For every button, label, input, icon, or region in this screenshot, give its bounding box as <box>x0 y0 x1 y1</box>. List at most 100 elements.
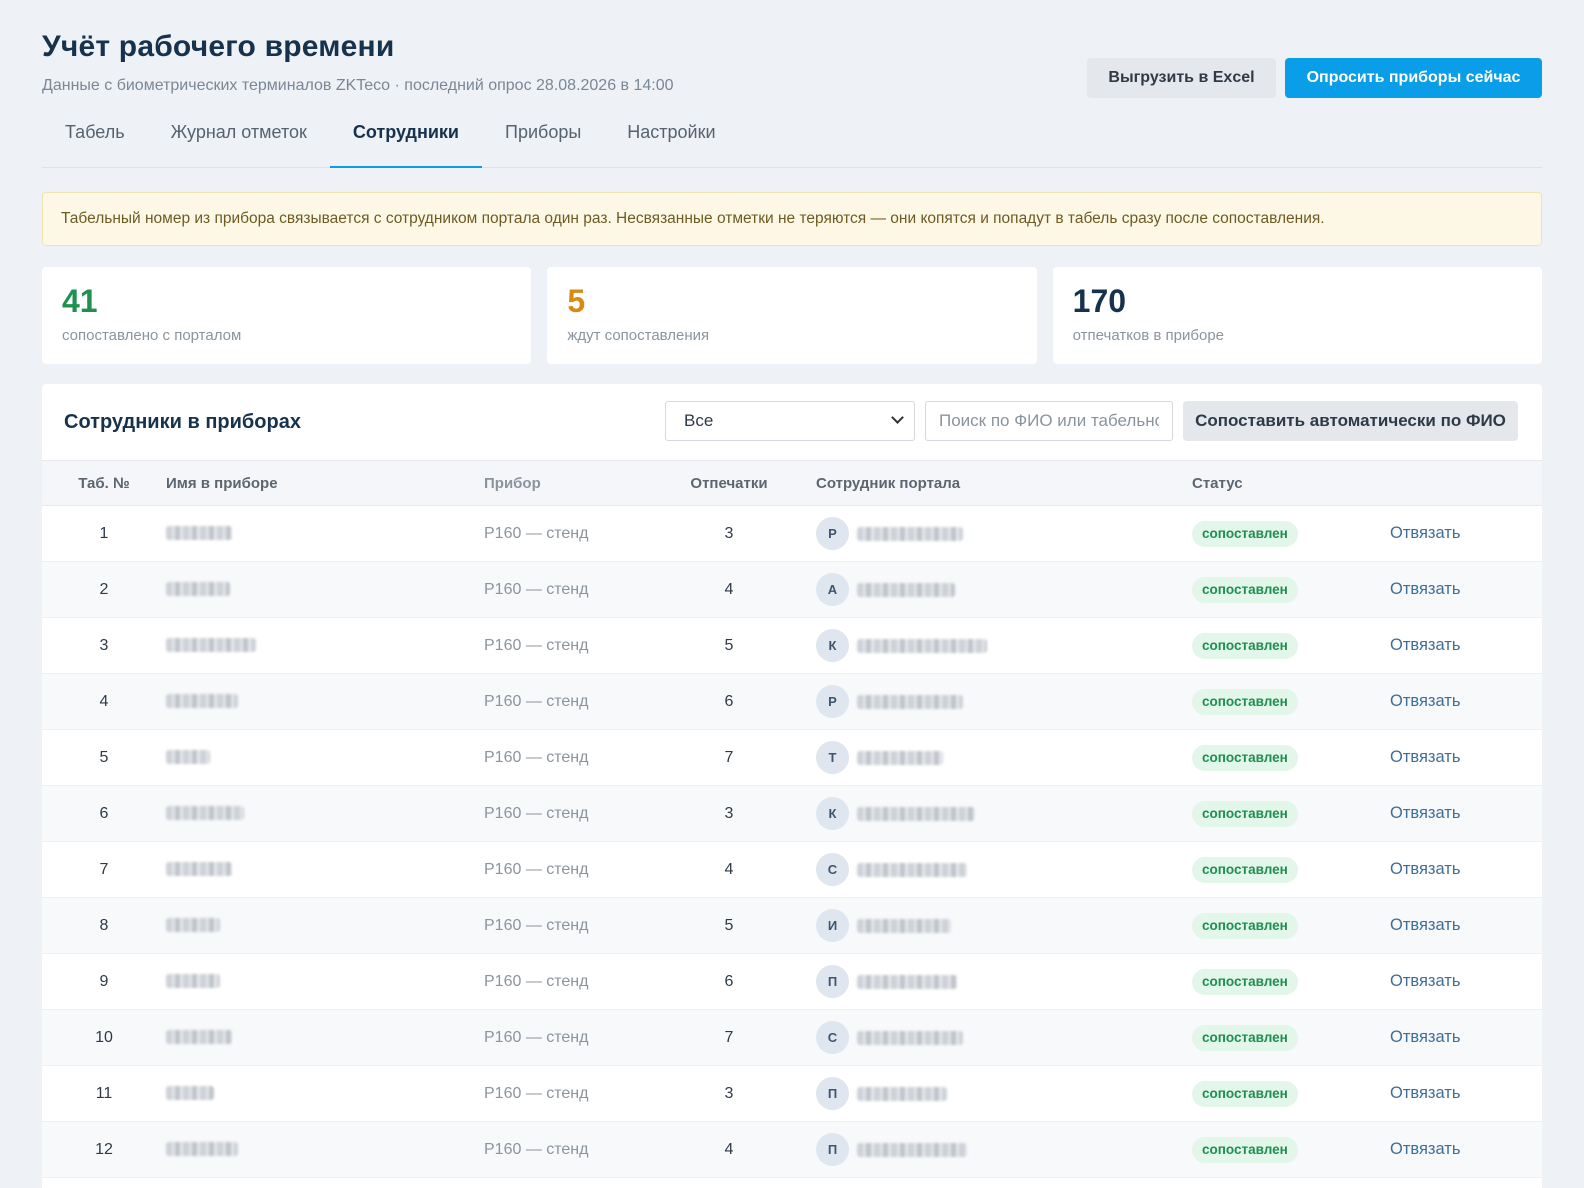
avatar: Т <box>816 741 849 774</box>
cell-portal-employee[interactable]: П <box>792 954 1192 1010</box>
status-filter-select[interactable]: Все <box>665 401 915 441</box>
cell-no: 2 <box>99 580 109 598</box>
avatar: Р <box>816 685 849 718</box>
cell-device: P160 — стенд <box>484 636 589 654</box>
unlink-link[interactable]: Отвязать <box>1390 748 1460 766</box>
status-badge: сопоставлен <box>1192 520 1298 547</box>
stat-label: ждут сопоставления <box>567 327 710 344</box>
cell-action: Отвязать <box>1390 730 1542 786</box>
status-badge: сопоставлен <box>1192 800 1298 827</box>
cell-status: сопоставлен <box>1192 1122 1390 1178</box>
cell-portal-employee[interactable]: П <box>792 1122 1192 1178</box>
tab-4[interactable]: Настройки <box>604 110 738 167</box>
cell-no: 1 <box>99 524 109 542</box>
stat-value: 170 <box>1072 283 1127 319</box>
stat-value: 5 <box>567 283 586 319</box>
cell-fingerprints: 4 <box>724 580 734 598</box>
status-badge: сопоставлен <box>1192 856 1298 883</box>
auto-match-button[interactable]: Сопоставить автоматически по ФИО <box>1183 401 1518 441</box>
avatar: С <box>816 1021 849 1054</box>
cell-portal-employee[interactable]: Т <box>792 730 1192 786</box>
avatar: А <box>816 573 849 606</box>
cell-fingerprints: 3 <box>724 804 734 822</box>
unlink-link[interactable]: Отвязать <box>1390 524 1460 542</box>
cell-device: P160 — стенд <box>484 972 589 990</box>
redacted-name <box>166 638 256 653</box>
redacted-name <box>166 1086 214 1101</box>
cell-portal-employee[interactable]: А <box>792 562 1192 618</box>
stat-value: 41 <box>62 283 98 319</box>
redacted-name <box>166 1030 232 1045</box>
redacted-name <box>857 918 951 933</box>
poll-devices-button[interactable]: Опросить приборы сейчас <box>1285 58 1542 98</box>
tab-0[interactable]: Табель <box>42 110 148 167</box>
unlink-link[interactable]: Отвязать <box>1390 636 1460 654</box>
cell-portal-employee[interactable]: С <box>792 1010 1192 1066</box>
cell-no: 8 <box>99 916 109 934</box>
avatar: К <box>816 797 849 830</box>
cell-portal-employee[interactable]: Р <box>792 506 1192 562</box>
unlink-link[interactable]: Отвязать <box>1390 916 1460 934</box>
cell-device-name <box>166 562 484 618</box>
page-header: Учёт рабочего времени Данные с биометрич… <box>42 0 1542 110</box>
avatar: П <box>816 965 849 998</box>
unlink-link[interactable]: Отвязать <box>1390 692 1460 710</box>
unlink-link[interactable]: Отвязать <box>1390 580 1460 598</box>
tab-1[interactable]: Журнал отметок <box>148 110 330 167</box>
table-row: 1 P160 — стенд 3 Рсопоставлен Отвязать <box>42 506 1542 562</box>
stats-row: 41 сопоставлено с порталом 5 ждут сопоставл… <box>42 267 1542 364</box>
cell-device-name <box>166 506 484 562</box>
unlink-link[interactable]: Отвязать <box>1390 972 1460 990</box>
cell-portal-employee[interactable]: Р <box>792 674 1192 730</box>
export-excel-button[interactable]: Выгрузить в Excel <box>1087 58 1276 98</box>
unlink-link[interactable]: Отвязать <box>1390 860 1460 878</box>
cell-fingerprints: 7 <box>724 748 734 766</box>
avatar: П <box>816 1133 849 1166</box>
cell-no: 9 <box>99 972 109 990</box>
redacted-name <box>166 806 244 821</box>
cell-action: Отвязать <box>1390 506 1542 562</box>
redacted-name <box>166 694 238 709</box>
column-header-portal-employee: Сотрудник портала <box>816 474 961 492</box>
unlink-link[interactable]: Отвязать <box>1390 1028 1460 1046</box>
cell-no: 5 <box>99 748 109 766</box>
cell-portal-employee[interactable]: К <box>792 786 1192 842</box>
cell-status: сопоставлен <box>1192 898 1390 954</box>
status-badge: сопоставлен <box>1192 1080 1298 1107</box>
cell-portal-employee[interactable]: И <box>792 898 1192 954</box>
redacted-name <box>166 862 232 877</box>
cell-action: Отвязать <box>1390 1010 1542 1066</box>
table-header-row: Таб. № Имя в приборе Прибор Отпечатки Со… <box>42 460 1542 506</box>
cell-portal-employee[interactable]: П <box>792 1066 1192 1122</box>
cell-device-name <box>166 618 484 674</box>
column-header-actions <box>1390 461 1542 506</box>
table-row: 11 P160 — стенд 3 Псопоставлен Отвязать <box>42 1066 1542 1122</box>
table-row: 2 P160 — стенд 4 Асопоставлен Отвязать <box>42 561 1542 618</box>
cell-action: Отвязать <box>1390 674 1542 730</box>
cell-status: сопоставлен <box>1192 786 1390 842</box>
tab-3[interactable]: Приборы <box>482 110 604 167</box>
cell-device-name <box>166 674 484 730</box>
page-subtitle: Данные с биометрических терминалов ZKTec… <box>42 77 674 94</box>
cell-portal-employee[interactable]: К <box>792 618 1192 674</box>
unlink-link[interactable]: Отвязать <box>1390 804 1460 822</box>
cell-device: P160 — стенд <box>484 860 589 878</box>
cell-status: сопоставлен <box>1192 1010 1390 1066</box>
avatar: К <box>816 629 849 662</box>
status-badge: сопоставлен <box>1192 1024 1298 1051</box>
stat-label: сопоставлено с порталом <box>62 327 242 344</box>
stat-card: 5 ждут сопоставления <box>547 267 1037 364</box>
unlink-link[interactable]: Отвязать <box>1390 1140 1460 1158</box>
search-input[interactable] <box>925 401 1173 441</box>
cell-status: сопоставлен <box>1192 618 1390 674</box>
cell-no: 3 <box>99 636 109 654</box>
table-row: 5 P160 — стенд 7 Тсопоставлен Отвязать <box>42 730 1542 786</box>
table-row: 8 P160 — стенд 5 Исопоставлен Отвязать <box>42 897 1542 954</box>
cell-device: P160 — стенд <box>484 580 589 598</box>
unlink-link[interactable]: Отвязать <box>1390 1084 1460 1102</box>
cell-device: P160 — стенд <box>484 1084 589 1102</box>
cell-portal-employee[interactable]: С <box>792 842 1192 898</box>
cell-device: P160 — стенд <box>484 692 589 710</box>
tab-2[interactable]: Сотрудники <box>329 110 483 168</box>
avatar: Р <box>816 517 849 550</box>
